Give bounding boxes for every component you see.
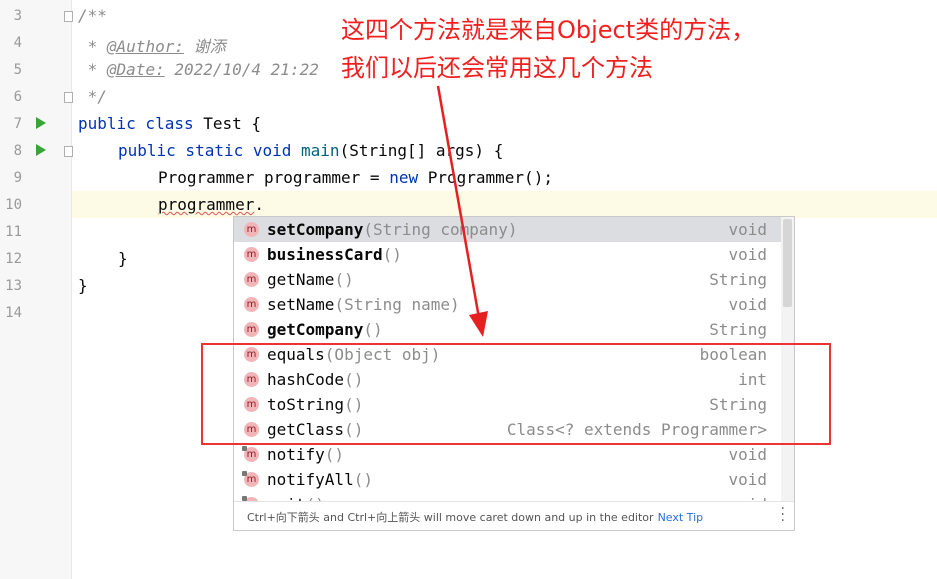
annotation-arrow xyxy=(436,85,488,337)
